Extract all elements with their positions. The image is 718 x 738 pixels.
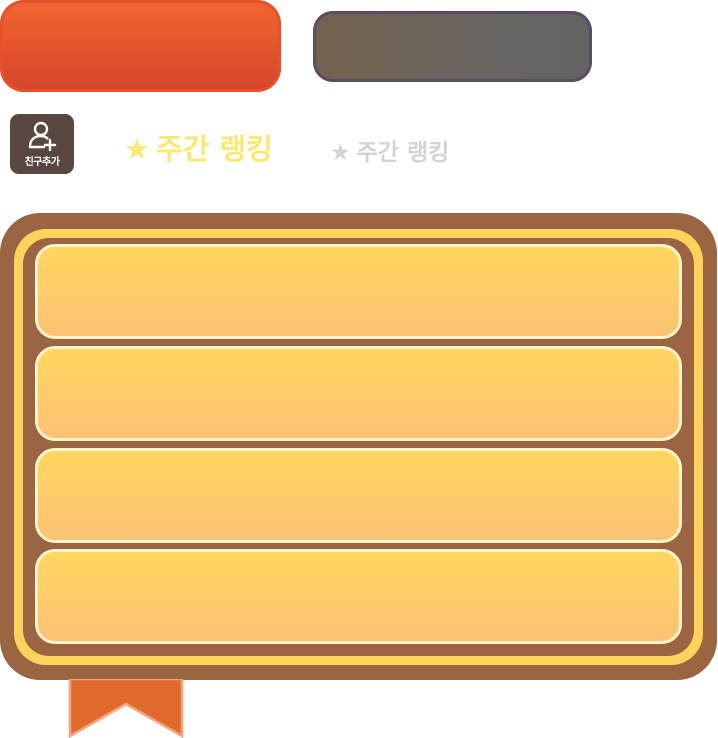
ranking-slot[interactable] [35,346,682,441]
ribbon-bookmark-icon [68,679,184,738]
add-user-icon [28,121,57,151]
orange-tab-button[interactable] [0,0,281,92]
add-friend-button[interactable]: 친구추가 [10,114,74,174]
ranking-slot[interactable] [35,549,682,644]
tab-label: 주간 랭킹 [356,140,450,166]
star-icon: ★ [124,132,150,166]
add-friend-label: 친구추가 [24,157,60,168]
star-icon: ★ [330,140,351,166]
ranking-slot[interactable] [35,448,682,543]
ranking-slot[interactable] [35,244,682,339]
ranking-board [0,213,717,680]
tab-label: 주간 랭킹 [156,132,273,166]
tab-weekly-ranking-inactive[interactable]: ★ 주간 랭킹 [330,133,449,167]
gray-tab-button[interactable] [313,11,592,82]
tab-weekly-ranking-active[interactable]: ★ 주간 랭킹 [124,126,273,168]
